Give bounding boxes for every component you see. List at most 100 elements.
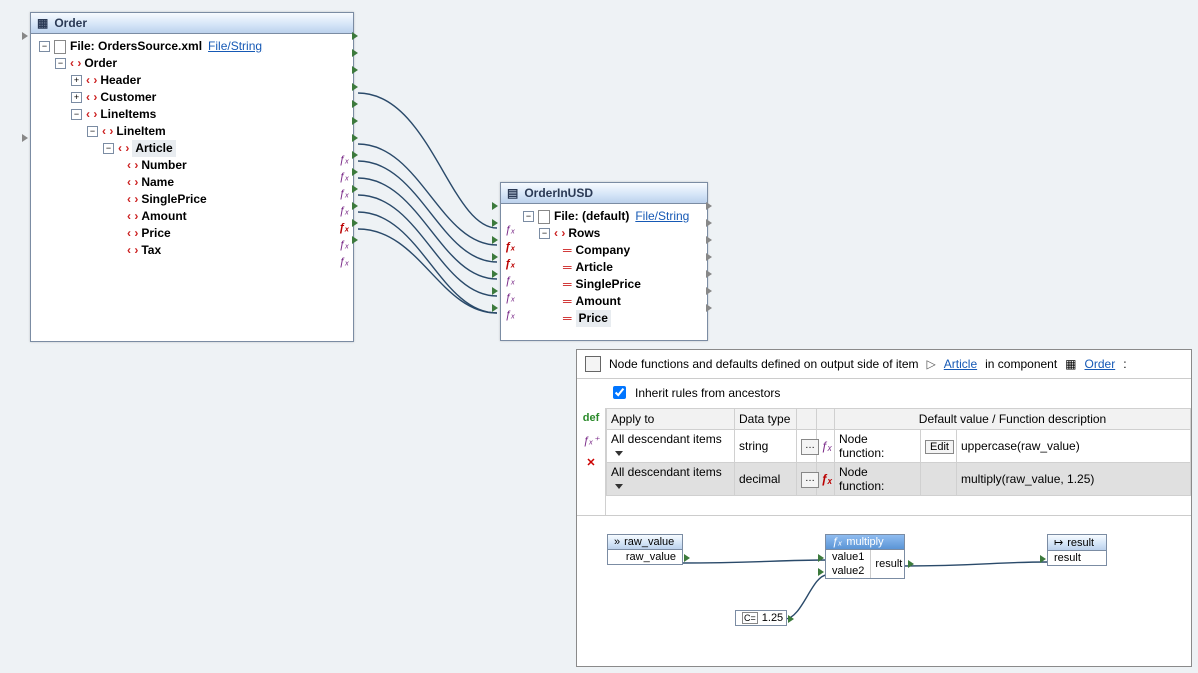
function-canvas[interactable]: »raw_value raw_value C= 1.25 ƒₓmultiply …: [577, 515, 1191, 666]
add-default-button[interactable]: def: [583, 411, 599, 425]
node-price[interactable]: Price: [576, 310, 611, 327]
expander[interactable]: −: [55, 58, 66, 69]
output-port[interactable]: [352, 129, 360, 146]
file-type-link[interactable]: File/String: [208, 38, 262, 55]
output-port[interactable]: [352, 44, 360, 61]
output-port[interactable]: [352, 112, 360, 129]
inherit-checkbox[interactable]: [613, 386, 626, 399]
fx-icon[interactable]: ƒₓ: [337, 253, 351, 270]
input-port[interactable]: [22, 129, 30, 146]
delete-button[interactable]: ✕: [583, 455, 599, 469]
fx-icon[interactable]: ƒₓ: [337, 202, 351, 219]
output-port[interactable]: [706, 282, 714, 299]
input-port[interactable]: [22, 27, 30, 44]
input-port[interactable]: [492, 282, 500, 299]
fx-icon[interactable]: ƒₓ: [337, 236, 351, 253]
orderinusd-panel[interactable]: ▤ OrderInUSD − File: (default) File/Stri…: [500, 182, 708, 341]
node-amount[interactable]: Amount: [141, 208, 186, 225]
output-port[interactable]: [706, 231, 714, 248]
input-port[interactable]: [818, 568, 824, 576]
input-port[interactable]: [492, 265, 500, 282]
node-company[interactable]: Company: [576, 242, 631, 259]
input-port[interactable]: [492, 231, 500, 248]
output-port[interactable]: [706, 299, 714, 316]
input-port[interactable]: [1040, 555, 1046, 563]
node-order[interactable]: Order: [84, 55, 117, 72]
node-amount[interactable]: Amount: [576, 293, 621, 310]
item-link[interactable]: Article: [944, 357, 977, 371]
browse-button[interactable]: …: [801, 472, 819, 488]
output-port[interactable]: [352, 78, 360, 95]
fx-icon[interactable]: ƒₓ: [503, 272, 517, 289]
node-rows[interactable]: Rows: [568, 225, 600, 242]
node-article[interactable]: Article: [132, 140, 175, 157]
fx-icon[interactable]: ƒₓ: [503, 221, 517, 238]
fx-icon[interactable]: ƒₓ: [503, 289, 517, 306]
element-icon: ‹ ›: [86, 89, 97, 106]
order-panel[interactable]: ▦ Order − File: OrdersSource.xml File/St…: [30, 12, 354, 342]
output-port[interactable]: [352, 231, 360, 248]
output-port[interactable]: [352, 95, 360, 112]
output-port[interactable]: [352, 180, 360, 197]
output-port[interactable]: [706, 197, 714, 214]
node-singleprice[interactable]: SinglePrice: [576, 276, 641, 293]
output-port[interactable]: [706, 248, 714, 265]
fx-icon[interactable]: ƒₓ: [503, 255, 517, 272]
output-port[interactable]: [352, 214, 360, 231]
node-header[interactable]: Header: [100, 72, 141, 89]
expander[interactable]: −: [523, 211, 534, 222]
constant-node[interactable]: C= 1.25: [735, 610, 787, 626]
component-link[interactable]: Order: [1085, 357, 1116, 371]
input-port[interactable]: [492, 197, 500, 214]
fx-icon[interactable]: ƒₓ: [503, 238, 517, 255]
node-price[interactable]: Price: [141, 225, 170, 242]
expander[interactable]: −: [539, 228, 550, 239]
expander[interactable]: −: [71, 109, 82, 120]
output-port[interactable]: [352, 163, 360, 180]
orderinusd-panel-header[interactable]: ▤ OrderInUSD: [501, 183, 707, 204]
input-port[interactable]: [492, 248, 500, 265]
input-port[interactable]: [818, 554, 824, 562]
output-port[interactable]: [352, 27, 360, 44]
output-port[interactable]: [352, 61, 360, 78]
output-port[interactable]: [908, 560, 914, 568]
browse-button[interactable]: …: [801, 439, 819, 455]
edit-button[interactable]: Edit: [925, 440, 954, 454]
apply-cell[interactable]: All descendant items: [607, 463, 735, 496]
expander[interactable]: −: [103, 143, 114, 154]
fx-icon[interactable]: ƒₓ: [337, 185, 351, 202]
output-port[interactable]: [684, 554, 690, 562]
output-port[interactable]: [706, 214, 714, 231]
input-port[interactable]: [492, 299, 500, 316]
multiply-node[interactable]: ƒₓmultiply value1 value2 result: [825, 534, 905, 579]
node-tax[interactable]: Tax: [141, 242, 161, 259]
add-function-button[interactable]: ƒₓ⁺: [583, 433, 599, 447]
file-type-link[interactable]: File/String: [635, 208, 689, 225]
output-port[interactable]: [352, 146, 360, 163]
expander[interactable]: +: [71, 75, 82, 86]
output-port[interactable]: [788, 615, 794, 623]
node-number[interactable]: Number: [141, 157, 186, 174]
node-lineitems[interactable]: LineItems: [100, 106, 156, 123]
output-port[interactable]: [706, 265, 714, 282]
node-lineitem[interactable]: LineItem: [116, 123, 165, 140]
expander[interactable]: −: [39, 41, 50, 52]
apply-cell[interactable]: All descendant items: [607, 430, 735, 463]
fx-icon[interactable]: ƒₓ: [503, 306, 517, 323]
dtype-cell[interactable]: decimal: [735, 463, 797, 496]
node-singleprice[interactable]: SinglePrice: [141, 191, 206, 208]
node-name[interactable]: Name: [141, 174, 174, 191]
order-panel-header[interactable]: ▦ Order: [31, 13, 353, 34]
dtype-cell[interactable]: string: [735, 430, 797, 463]
fx-icon[interactable]: ƒₓ: [337, 151, 351, 168]
result-node[interactable]: ↦result result: [1047, 534, 1107, 566]
node-article[interactable]: Article: [576, 259, 613, 276]
expander[interactable]: −: [87, 126, 98, 137]
fx-icon[interactable]: ƒₓ: [337, 168, 351, 185]
expander[interactable]: +: [71, 92, 82, 103]
node-customer[interactable]: Customer: [100, 89, 156, 106]
fx-icon[interactable]: ƒₓ: [337, 219, 351, 236]
input-port[interactable]: [492, 214, 500, 231]
output-port[interactable]: [352, 197, 360, 214]
raw-value-node[interactable]: »raw_value raw_value: [607, 534, 683, 565]
